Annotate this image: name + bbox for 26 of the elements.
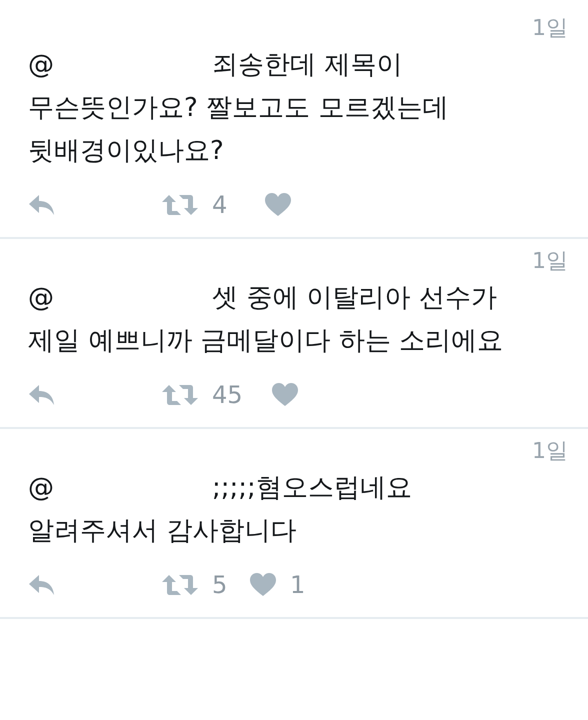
- mention[interactable]: @: [28, 277, 54, 320]
- retweet-icon[interactable]: [162, 574, 198, 596]
- retweet-icon[interactable]: [162, 384, 198, 406]
- tweet-text: 뒷배경이있나요?: [28, 135, 224, 168]
- like-count: 1: [290, 571, 306, 599]
- reply-icon[interactable]: [28, 574, 56, 596]
- tweet-text: 제일 예쁘니까 금메달이다 하는 소리에요: [28, 325, 504, 358]
- tweet-text: 죄송한데 제목이: [212, 49, 402, 82]
- reply-icon[interactable]: [28, 194, 56, 216]
- retweet-count: 45: [212, 381, 243, 409]
- mention[interactable]: @: [28, 44, 54, 87]
- heart-icon[interactable]: [272, 383, 298, 407]
- tweet-text: 알려주셔서 감사합니다: [28, 515, 296, 548]
- heart-icon[interactable]: [250, 573, 276, 597]
- tweet-text: ;;;;;혐오스럽네요: [212, 472, 412, 505]
- tweet-text: 무슨뜻인가요? 짤보고도 모르겠는데: [28, 92, 448, 125]
- tweet-text: 셋 중에 이탈리아 선수가: [212, 282, 497, 315]
- timestamp: 1일: [532, 248, 568, 276]
- reply-icon[interactable]: [28, 384, 56, 406]
- timestamp: 1일: [532, 15, 568, 43]
- retweet-icon[interactable]: [162, 194, 198, 216]
- retweet-count: 5: [212, 571, 228, 599]
- timestamp: 1일: [532, 438, 568, 466]
- heart-icon[interactable]: [264, 193, 291, 217]
- retweet-count: 4: [212, 191, 228, 219]
- mention[interactable]: @: [28, 467, 54, 510]
